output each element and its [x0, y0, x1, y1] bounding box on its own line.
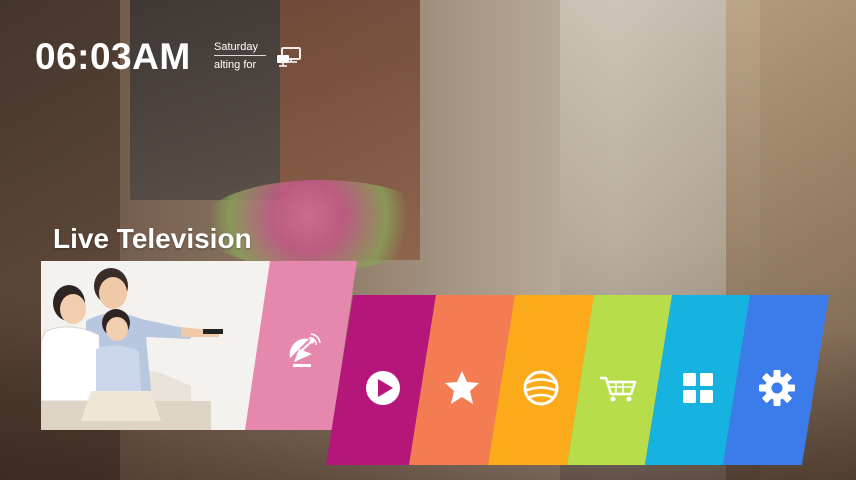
tiles-canvas [245, 261, 829, 465]
gear-icon [759, 370, 795, 406]
play-circle-icon [366, 371, 400, 405]
